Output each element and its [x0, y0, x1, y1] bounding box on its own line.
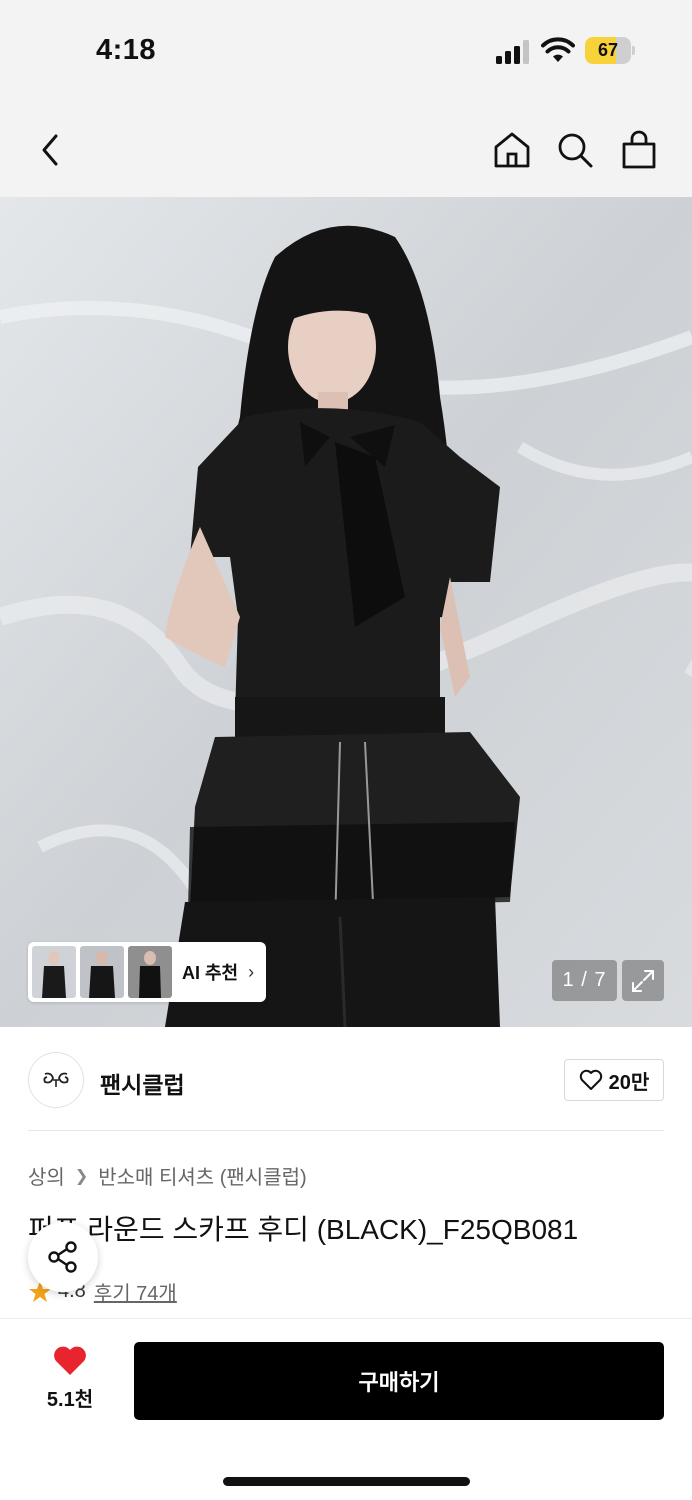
- brand-like-count: 20만: [608, 1071, 650, 1094]
- status-time: 4:18: [96, 34, 157, 66]
- like-count: 5.1천: [46, 1389, 94, 1411]
- chevron-left-icon: [42, 134, 58, 166]
- like-button[interactable]: 5.1천: [30, 1345, 110, 1421]
- shopping-bag-icon: [622, 130, 656, 169]
- review-count-link[interactable]: 후기 74개: [94, 1277, 177, 1306]
- ai-recommend-label: AI 추천: [182, 963, 239, 983]
- home-button[interactable]: [488, 126, 536, 174]
- share-icon: [48, 1241, 77, 1273]
- home-indicator: [223, 1477, 470, 1486]
- breadcrumb: 상의 ❯ 반소매 티셔츠 (팬시클럽): [28, 1161, 307, 1190]
- search-icon: [558, 133, 593, 168]
- divider: [28, 1130, 664, 1131]
- product-title: 퍼프 라운드 스카프 후디 (BLACK)_F25QB081: [28, 1214, 579, 1245]
- ai-recommend-strip[interactable]: AI 추천 ›: [28, 942, 266, 1002]
- home-icon: [494, 132, 530, 168]
- breadcrumb-item-category[interactable]: 상의: [28, 1161, 65, 1190]
- product-image[interactable]: AI 추천 › 1 / 7: [0, 197, 692, 1027]
- chevron-right-icon: ❯: [74, 1167, 89, 1185]
- shopping-bag-button[interactable]: [615, 126, 663, 174]
- thumbnail-1[interactable]: [32, 946, 76, 998]
- thumbnail-3[interactable]: [128, 946, 172, 998]
- status-bar: 4:18 67: [0, 0, 692, 100]
- chevron-right-icon: ›: [248, 961, 255, 982]
- expand-icon: [632, 969, 654, 992]
- breadcrumb-item-subcategory[interactable]: 반소매 티셔츠 (팬시클럽): [98, 1161, 306, 1190]
- wifi-icon: [541, 37, 575, 62]
- battery-indicator: 67: [585, 37, 635, 64]
- brand-name[interactable]: 팬시클럽: [100, 1066, 185, 1100]
- cellular-signal-icon: [496, 40, 529, 64]
- search-button[interactable]: [551, 126, 599, 174]
- thumbnail-2[interactable]: [80, 946, 124, 998]
- photo-counter: 1 / 7: [552, 960, 617, 1001]
- share-button[interactable]: [28, 1222, 98, 1292]
- heart-filled-icon: [54, 1346, 86, 1375]
- brand-like-button[interactable]: 20만: [564, 1059, 664, 1101]
- brand-logo-mark: [43, 1072, 69, 1087]
- model-photo: [0, 197, 692, 1027]
- back-button[interactable]: [26, 126, 74, 174]
- buy-button[interactable]: 구매하기: [134, 1342, 664, 1420]
- heart-outline-icon: [579, 1069, 602, 1090]
- bottom-action-bar: 5.1천 구매하기: [0, 1318, 692, 1500]
- top-nav-bar: [0, 100, 692, 197]
- battery-level: 67: [597, 40, 619, 60]
- expand-button[interactable]: [622, 960, 664, 1001]
- brand-logo[interactable]: [28, 1052, 84, 1108]
